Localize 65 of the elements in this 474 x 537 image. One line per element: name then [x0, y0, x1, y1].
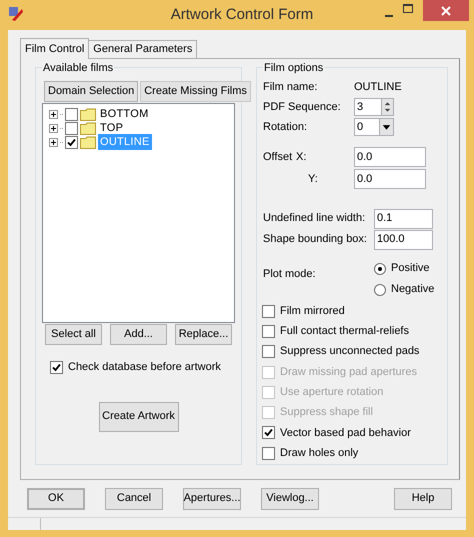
field-label: PDF Sequence: — [263, 100, 342, 115]
folder-icon — [80, 122, 96, 134]
window-title: Artwork Control Form — [170, 4, 314, 25]
app-icon — [8, 6, 24, 22]
radio-label: Negative — [391, 282, 434, 298]
offset-y-field[interactable]: 0.0 — [354, 169, 426, 189]
button[interactable]: Help — [394, 488, 452, 510]
checkbox-label: Draw missing pad apertures — [280, 364, 417, 380]
create-artwork-button[interactable]: Create Artwork — [98, 402, 178, 432]
checkbox-label: Suppress shape fill — [280, 405, 373, 420]
expand-icon[interactable] — [49, 110, 58, 118]
checkbox[interactable] — [65, 108, 78, 120]
expand-icon[interactable] — [49, 124, 58, 132]
checkbox[interactable] — [65, 122, 78, 134]
field-label: Film name: — [263, 80, 318, 95]
checkbox[interactable] — [262, 345, 275, 358]
field-label: Undefined line width: — [263, 211, 366, 226]
tree-item[interactable]: BOTTOM — [98, 106, 151, 122]
offset-x-field[interactable]: 0.0 — [354, 147, 426, 167]
checkbox[interactable] — [262, 446, 275, 460]
field-label: Y: — [307, 172, 319, 187]
field-label: Rotation: — [263, 120, 308, 135]
close-button[interactable] — [423, 0, 469, 21]
spin-arrows-icon[interactable] — [381, 99, 393, 115]
checkbox-label: Vector based pad behavior — [280, 426, 411, 441]
field-label: X: — [296, 150, 308, 165]
expand-icon[interactable] — [49, 138, 58, 146]
radio-label: Positive — [391, 261, 430, 276]
checkbox[interactable] — [50, 360, 63, 374]
tree-item[interactable]: TOP — [98, 120, 126, 136]
close-icon — [441, 6, 451, 16]
button[interactable]: Add... — [110, 324, 167, 345]
checkbox-label: Suppress unconnected pads — [280, 344, 420, 360]
checkbox-label: Use aperture rotation — [280, 385, 384, 400]
radio-button[interactable] — [374, 284, 386, 296]
field-label: Offset — [263, 150, 294, 165]
checkbox-label: Full contact thermal-reliefs — [280, 324, 409, 340]
rotation-dropdown[interactable]: 0 — [354, 118, 394, 136]
line-width-field[interactable]: 0.1 — [374, 208, 433, 228]
tab[interactable]: Film Control — [20, 38, 90, 59]
checkbox-label: Check database before artwork — [68, 360, 221, 375]
button[interactable]: Cancel — [105, 488, 163, 510]
button[interactable]: OK — [27, 488, 85, 510]
maximize-icon[interactable] — [403, 4, 413, 14]
folder-icon — [80, 136, 96, 148]
radio-button[interactable] — [374, 262, 386, 274]
button[interactable]: Domain Selection — [44, 81, 138, 102]
checkbox-label: Film mirrored — [280, 304, 345, 319]
spin-field[interactable]: 3 — [354, 98, 394, 116]
button[interactable]: Viewlog... — [261, 488, 319, 510]
button[interactable]: Apertures... — [183, 488, 241, 510]
film-name: OUTLINE — [354, 80, 402, 95]
button[interactable]: Select all — [45, 324, 102, 345]
checkbox[interactable] — [262, 304, 275, 318]
field-label: Shape bounding box: — [263, 232, 368, 248]
checkbox-label: Draw holes only — [280, 446, 358, 461]
folder-icon — [80, 108, 96, 120]
bounding-box-field[interactable]: 100.0 — [374, 230, 433, 250]
button[interactable]: Replace... — [175, 324, 232, 345]
checkbox[interactable] — [65, 136, 78, 148]
field-label: Plot mode: — [263, 267, 317, 282]
checkbox[interactable] — [262, 324, 275, 338]
tab[interactable]: General Parameters — [89, 40, 198, 58]
group-title: Film options — [263, 60, 324, 76]
checkbox[interactable] — [262, 426, 275, 440]
